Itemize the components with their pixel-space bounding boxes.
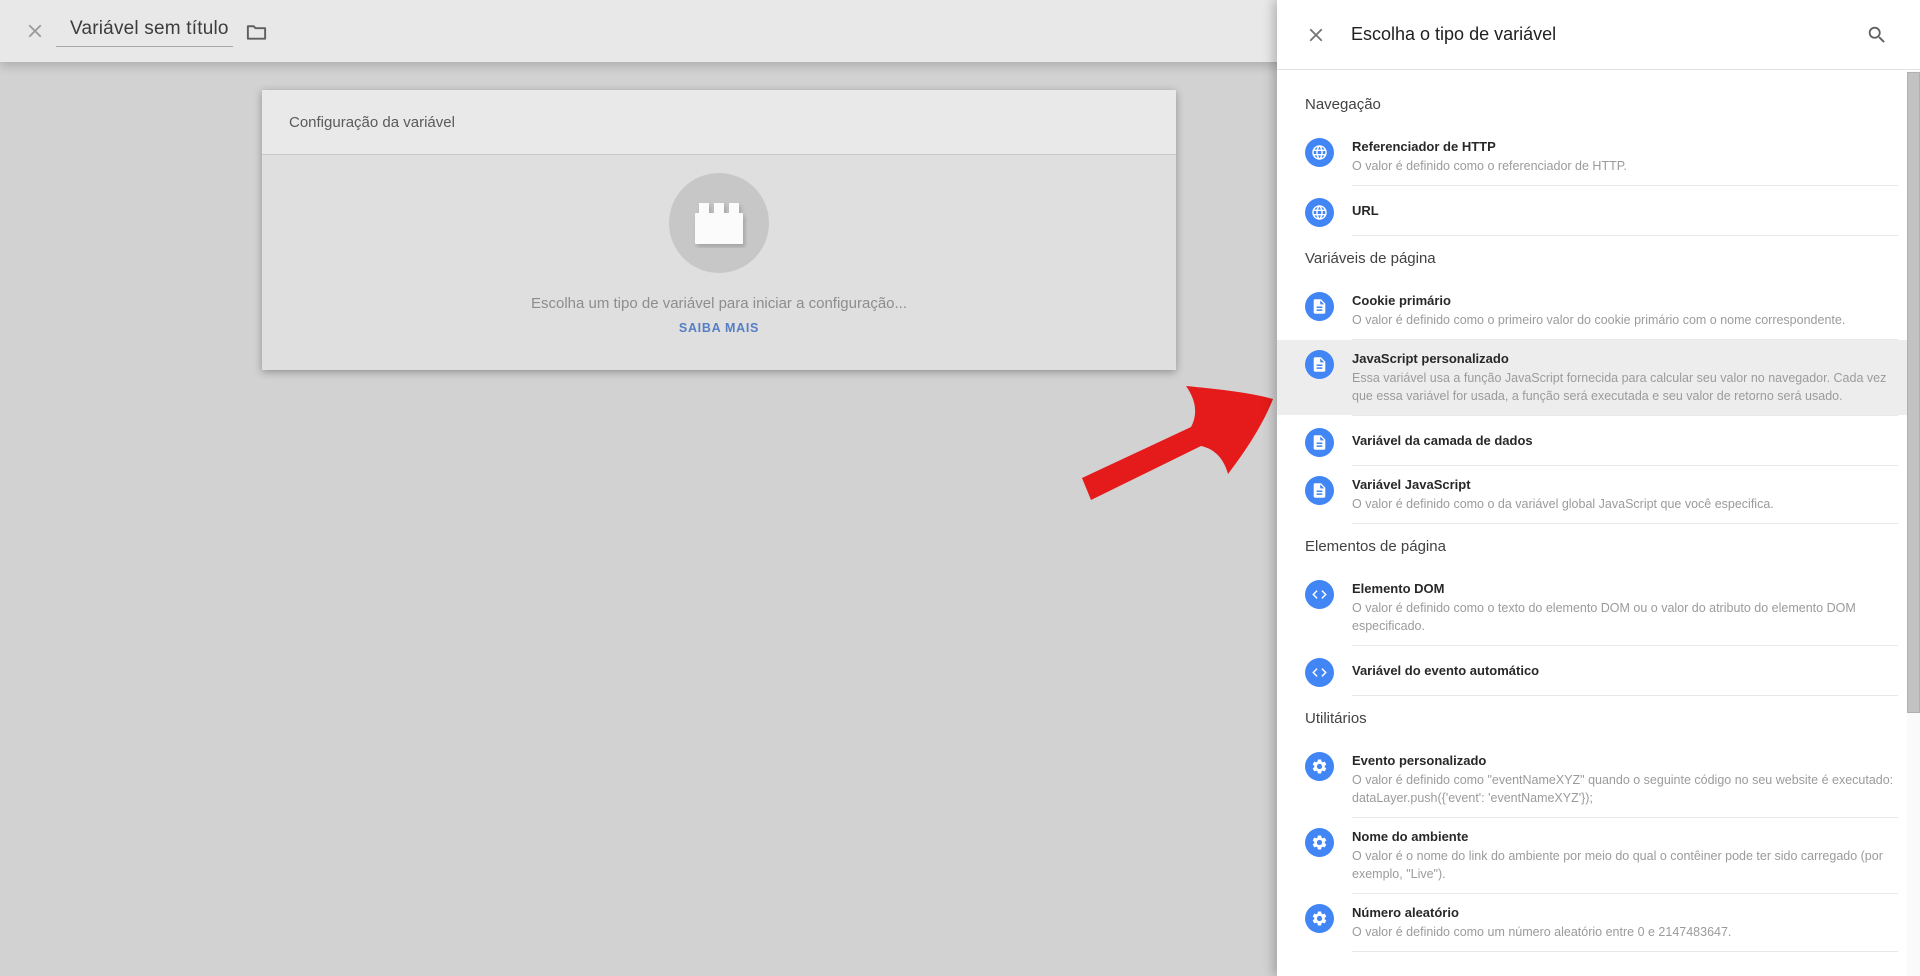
variable-type-title: Número aleatório	[1352, 904, 1894, 921]
section-label: Variáveis de página	[1277, 236, 1920, 282]
variable-type-item[interactable]: Variável do evento automático	[1277, 646, 1920, 695]
gear-icon	[1305, 752, 1334, 781]
variable-type-title: Evento personalizado	[1352, 752, 1894, 769]
variable-type-item[interactable]: Variável JavaScript O valor é definido co…	[1277, 466, 1920, 523]
variable-type-description: O valor é definido como o referenciador …	[1352, 157, 1894, 175]
item-text: Elemento DOM O valor é definido como o te…	[1352, 580, 1894, 635]
variable-type-item[interactable]: Elemento DOM O valor é definido como o te…	[1277, 570, 1920, 645]
variable-type-description: O valor é definido como o da variável gl…	[1352, 495, 1894, 513]
section-label: Elementos de página	[1277, 524, 1920, 570]
variable-type-description: O valor é definido como o primeiro valor…	[1352, 311, 1894, 329]
variable-type-title: JavaScript personalizado	[1352, 350, 1894, 367]
panel-title: Escolha o tipo de variável	[1351, 24, 1556, 45]
variable-type-item[interactable]: Cookie primário O valor é definido como o…	[1277, 282, 1920, 339]
variable-configuration-card: Configuração da variável Escolha um tipo…	[262, 90, 1176, 370]
variable-type-item[interactable]: Variável da camada de dados	[1277, 416, 1920, 465]
close-icon[interactable]	[1305, 24, 1327, 46]
variable-type-title: Nome do ambiente	[1352, 828, 1894, 845]
variable-type-item[interactable]: URL	[1277, 186, 1920, 235]
document-icon	[1305, 476, 1334, 505]
card-body: Escolha um tipo de variável para iniciar…	[262, 155, 1176, 337]
variable-type-item[interactable]: Referenciador de HTTP O valor é definido …	[1277, 128, 1920, 185]
variable-type-description: O valor é definido como o texto do eleme…	[1352, 599, 1894, 635]
code-icon	[1305, 580, 1334, 609]
globe-icon	[1305, 138, 1334, 167]
search-icon[interactable]	[1866, 24, 1888, 46]
variable-type-list: Navegação Referenciador de HTTP O valor é …	[1277, 70, 1920, 952]
learn-more-link[interactable]: SAIBA MAIS	[679, 321, 759, 335]
item-text: JavaScript personalizado Essa variável us…	[1352, 350, 1894, 405]
variable-type-description: O valor é o nome do link do ambiente por…	[1352, 847, 1894, 883]
item-text: Número aleatório O valor é definido como …	[1352, 904, 1894, 941]
card-header: Configuração da variável	[262, 90, 1176, 155]
document-icon	[1305, 350, 1334, 379]
document-icon	[1305, 292, 1334, 321]
variable-type-title: URL	[1352, 202, 1894, 219]
gear-icon	[1305, 904, 1334, 933]
variable-type-item[interactable]: JavaScript personalizado Essa variável us…	[1277, 340, 1920, 415]
code-icon	[1305, 658, 1334, 687]
globe-icon	[1305, 198, 1334, 227]
item-text: URL	[1352, 202, 1894, 219]
variable-type-title: Variável da camada de dados	[1352, 432, 1894, 449]
brick-icon	[669, 173, 769, 273]
item-text: Nome do ambiente O valor é o nome do link…	[1352, 828, 1894, 883]
panel-header: Escolha o tipo de variável	[1277, 0, 1920, 70]
item-text: Evento personalizado O valor é definido c…	[1352, 752, 1894, 807]
divider	[1352, 951, 1898, 952]
gear-icon	[1305, 828, 1334, 857]
variable-type-title: Cookie primário	[1352, 292, 1894, 309]
document-icon	[1305, 428, 1334, 457]
red-arrow-annotation	[1078, 376, 1278, 508]
variable-type-item[interactable]: Número aleatório O valor é definido como …	[1277, 894, 1920, 951]
variable-type-title: Elemento DOM	[1352, 580, 1894, 597]
variable-type-description: O valor é definido como "eventNameXYZ" q…	[1352, 771, 1894, 807]
folder-icon[interactable]	[245, 20, 268, 43]
variable-type-title: Variável JavaScript	[1352, 476, 1894, 493]
variable-type-title: Referenciador de HTTP	[1352, 138, 1894, 155]
item-text: Cookie primário O valor é definido como o…	[1352, 292, 1894, 329]
variable-type-item[interactable]: Nome do ambiente O valor é o nome do link…	[1277, 818, 1920, 893]
item-text: Variável da camada de dados	[1352, 432, 1894, 449]
item-text: Variável do evento automático	[1352, 662, 1894, 679]
variable-type-item[interactable]: Evento personalizado O valor é definido c…	[1277, 742, 1920, 817]
variable-type-description: Essa variável usa a função JavaScript fo…	[1352, 369, 1894, 405]
section-label: Navegação	[1277, 82, 1920, 128]
close-icon[interactable]	[24, 20, 46, 42]
variable-type-title: Variável do evento automático	[1352, 662, 1894, 679]
panel-scrollbar	[1907, 71, 1920, 976]
scrollbar-thumb[interactable]	[1907, 72, 1920, 713]
section-label: Utilitários	[1277, 696, 1920, 742]
item-text: Variável JavaScript O valor é definido co…	[1352, 476, 1894, 513]
variable-type-panel: Escolha o tipo de variável Navegação Refe…	[1277, 0, 1920, 976]
configuration-hint: Escolha um tipo de variável para iniciar…	[262, 295, 1176, 312]
variable-type-description: O valor é definido como um número aleató…	[1352, 923, 1894, 941]
item-text: Referenciador de HTTP O valor é definido …	[1352, 138, 1894, 175]
variable-title-input[interactable]: Variável sem título	[56, 16, 233, 47]
